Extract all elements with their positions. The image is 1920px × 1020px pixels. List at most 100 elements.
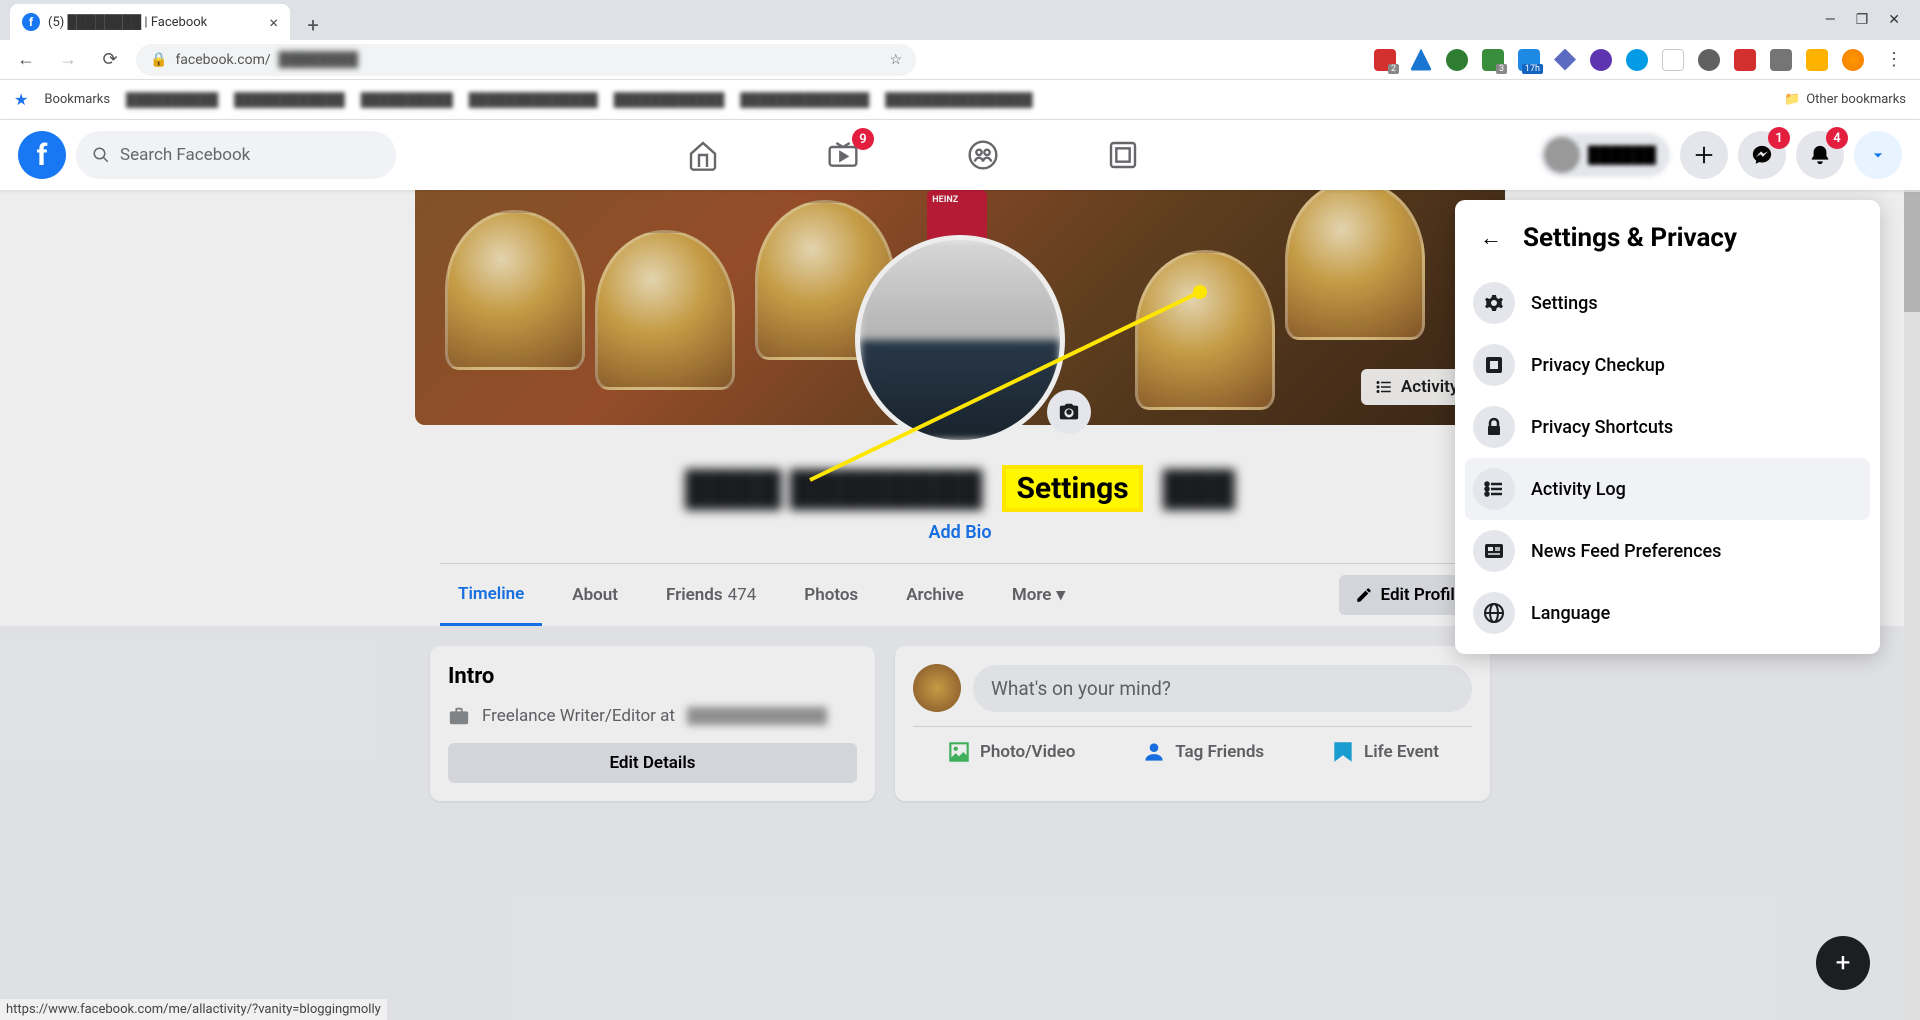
bookmark-item[interactable]: ████████████ [614, 92, 725, 108]
fab-button[interactable]: + [1816, 936, 1870, 990]
bookmark-item[interactable]: ████████████ [234, 92, 345, 108]
notifications-button[interactable]: 4 [1796, 131, 1844, 179]
ext-icon[interactable]: 17h [1518, 49, 1540, 71]
ext-icon[interactable] [1734, 49, 1756, 71]
composer-actions: Photo/Video Tag Friends Life Event [913, 727, 1472, 765]
fb-logo[interactable]: f [18, 131, 66, 179]
bookmark-item[interactable]: ████████████████ [885, 92, 1032, 108]
ext-icon[interactable] [1410, 49, 1432, 71]
profile-chip[interactable]: ██████ [1540, 133, 1670, 177]
tab-more[interactable]: More ▾ [994, 564, 1083, 626]
profile-name: ████ ████████ [685, 469, 982, 509]
bookmarks-label[interactable]: Bookmarks [44, 92, 110, 107]
bookmark-item[interactable]: ██████████ [126, 92, 218, 108]
ext-icon[interactable] [1698, 49, 1720, 71]
profile-name-row: ████ ████████ Settings ███ [440, 465, 1480, 512]
cover-photo[interactable]: Activity Log [415, 190, 1505, 425]
ext-icon[interactable]: 2 [1374, 49, 1396, 71]
fb-header: f Search Facebook 9 ██████ 1 [0, 120, 1920, 190]
ext-icon[interactable] [1770, 49, 1792, 71]
life-event-button[interactable]: Life Event [1330, 739, 1439, 765]
profile-avatar-icon[interactable] [1842, 49, 1864, 71]
dropdown-item-language[interactable]: Language [1465, 582, 1870, 644]
back-arrow-icon[interactable]: ← [1473, 220, 1509, 256]
back-button[interactable]: ← [10, 44, 42, 76]
lock-icon [1473, 406, 1515, 448]
news-icon [1473, 530, 1515, 572]
tag-friends-button[interactable]: Tag Friends [1141, 739, 1264, 765]
tab-photos[interactable]: Photos [786, 564, 876, 626]
bookmark-item[interactable]: ██████████████ [469, 92, 598, 108]
close-window-icon[interactable]: ✕ [1888, 12, 1900, 28]
composer-input[interactable]: What's on your mind? [973, 665, 1472, 712]
tab-friends[interactable]: Friends 474 [648, 564, 774, 626]
new-tab-button[interactable]: + [298, 10, 328, 40]
camera-icon[interactable] [1047, 390, 1091, 434]
dropdown-item-privacy-checkup[interactable]: Privacy Checkup [1465, 334, 1870, 396]
tab-timeline[interactable]: Timeline [440, 564, 542, 626]
reload-button[interactable]: ⟳ [94, 44, 126, 76]
tab-about[interactable]: About [554, 564, 636, 626]
bookmark-item[interactable]: ██████████████ [740, 92, 869, 108]
watch-icon[interactable]: 9 [818, 130, 868, 180]
watch-badge: 9 [852, 128, 874, 150]
add-bio-link[interactable]: Add Bio [928, 522, 991, 543]
gear-icon [1473, 282, 1515, 324]
account-dropdown-button[interactable] [1854, 131, 1902, 179]
ext-icon[interactable] [1662, 49, 1684, 71]
dropdown-item-settings[interactable]: Settings [1465, 272, 1870, 334]
profile-name-tail: ███ [1163, 469, 1235, 509]
lock-icon: 🔒 [150, 52, 167, 68]
dropdown-header: ← Settings & Privacy [1465, 210, 1870, 272]
dropdown-title: Settings & Privacy [1523, 223, 1737, 253]
dropdown-item-news-feed[interactable]: News Feed Preferences [1465, 520, 1870, 582]
groups-icon[interactable] [958, 130, 1008, 180]
home-icon[interactable] [678, 130, 728, 180]
search-input[interactable]: Search Facebook [76, 131, 396, 179]
ext-icon[interactable] [1806, 49, 1828, 71]
avatar[interactable] [913, 664, 961, 712]
address-bar: ← → ⟳ 🔒 facebook.com/████████ ☆ 2 3 17h … [0, 40, 1920, 80]
photo-video-button[interactable]: Photo/Video [946, 739, 1075, 765]
other-bookmarks[interactable]: 📁 Other bookmarks [1784, 92, 1906, 107]
profile-tabs: Timeline About Friends 474 Photos Archiv… [440, 564, 1480, 626]
dropdown-item-privacy-shortcuts[interactable]: Privacy Shortcuts [1465, 396, 1870, 458]
folder-icon: 📁 [1784, 92, 1800, 107]
status-bar: https://www.facebook.com/me/allactivity/… [0, 999, 387, 1020]
chevron-down-icon: ▾ [1056, 585, 1065, 605]
ext-icon[interactable]: 3 [1482, 49, 1504, 71]
header-right: ██████ 1 4 [1540, 131, 1902, 179]
search-icon [92, 146, 110, 164]
messenger-button[interactable]: 1 [1738, 131, 1786, 179]
composer: What's on your mind? [913, 664, 1472, 727]
bookmarks-bar: ★ Bookmarks ██████████ ████████████ ████… [0, 80, 1920, 120]
url-input[interactable]: 🔒 facebook.com/████████ ☆ [136, 44, 916, 76]
ext-icon[interactable] [1446, 49, 1468, 71]
create-button[interactable] [1680, 131, 1728, 179]
center-nav: 9 [678, 130, 1148, 180]
menu-icon[interactable]: ⋮ [1878, 44, 1910, 76]
tab-archive[interactable]: Archive [888, 564, 982, 626]
bookmark-item[interactable]: ██████████ [361, 92, 453, 108]
annotation-highlight: Settings [1002, 465, 1142, 512]
maximize-icon[interactable]: ❐ [1856, 12, 1869, 28]
bookmark-star-icon: ★ [14, 90, 28, 109]
favicon: f [22, 13, 40, 31]
profile-picture[interactable] [855, 235, 1065, 445]
scrollbar[interactable] [1904, 190, 1920, 1020]
forward-button[interactable]: → [52, 44, 84, 76]
ext-icon[interactable] [1590, 49, 1612, 71]
edit-details-button[interactable]: Edit Details [448, 743, 857, 783]
star-icon[interactable]: ☆ [889, 52, 902, 68]
url-text: facebook.com/ [175, 52, 270, 68]
browser-tab[interactable]: f (5) ████████ | Facebook × [10, 4, 290, 40]
window-controls: — ❐ ✕ [1805, 0, 1920, 40]
list-icon [1473, 468, 1515, 510]
minimize-icon[interactable]: — [1825, 12, 1836, 28]
ext-icon[interactable] [1626, 49, 1648, 71]
gaming-icon[interactable] [1098, 130, 1148, 180]
shield-icon [1473, 344, 1515, 386]
close-tab-icon[interactable]: × [269, 13, 278, 32]
dropdown-item-activity-log[interactable]: Activity Log [1465, 458, 1870, 520]
ext-icon[interactable] [1554, 49, 1576, 71]
